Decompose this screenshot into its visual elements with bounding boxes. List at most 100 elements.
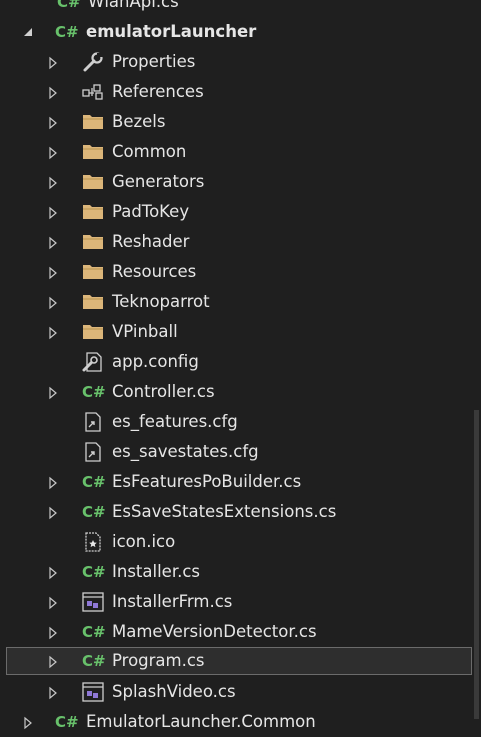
- svg-text:C#: C#: [57, 0, 80, 11]
- folder-icon: [81, 171, 105, 193]
- tree-item-label: SplashVideo.cs: [112, 682, 236, 701]
- collapsed-arrow-icon[interactable]: [47, 175, 59, 190]
- form-file-icon: [81, 591, 105, 613]
- svg-text:C#: C#: [82, 563, 105, 581]
- tree-item-label: es_savestates.cfg: [112, 442, 259, 461]
- references-icon: [81, 81, 105, 103]
- tree-item[interactable]: References: [0, 77, 470, 107]
- tree-item-label: InstallerFrm.cs: [112, 592, 233, 611]
- tree-item[interactable]: icon.ico: [0, 527, 470, 557]
- tree-item-label: icon.ico: [112, 532, 176, 551]
- tree-item-label: EsFeaturesPoBuilder.cs: [112, 472, 302, 491]
- svg-text:C#: C#: [82, 503, 105, 521]
- collapsed-arrow-icon[interactable]: [47, 115, 59, 130]
- tree-item[interactable]: app.config: [0, 347, 470, 377]
- tree-item-label: Properties: [112, 52, 196, 71]
- tree-item-label: Generators: [112, 172, 205, 191]
- tree-item[interactable]: VPinball: [0, 317, 470, 347]
- tree-item[interactable]: C# Controller.cs: [0, 377, 470, 407]
- folder-icon: [81, 321, 105, 343]
- folder-icon: [81, 231, 105, 253]
- svg-text:C#: C#: [55, 23, 78, 41]
- collapsed-arrow-icon[interactable]: [47, 85, 59, 100]
- csharp-file-icon: C#: [81, 381, 106, 403]
- tree-item[interactable]: Reshader: [0, 227, 470, 257]
- tree-item[interactable]: Properties: [0, 47, 470, 77]
- collapsed-arrow-icon[interactable]: [47, 475, 59, 490]
- tree-item-label: Resources: [112, 262, 197, 281]
- scrollbar-thumb[interactable]: [474, 410, 479, 719]
- tree-item[interactable]: es_savestates.cfg: [0, 437, 470, 467]
- form-file-icon: [81, 681, 105, 703]
- collapsed-arrow-icon[interactable]: [47, 295, 59, 310]
- tree-item[interactable]: InstallerFrm.cs: [0, 587, 470, 617]
- ico-file-icon: [81, 531, 105, 553]
- tree-item-label: Controller.cs: [112, 382, 215, 401]
- collapsed-arrow-icon[interactable]: [47, 325, 59, 340]
- tree-item[interactable]: Bezels: [0, 107, 470, 137]
- collapsed-arrow-icon[interactable]: [47, 505, 59, 520]
- csharp-file-icon: C#: [81, 650, 106, 672]
- folder-icon: [81, 291, 105, 313]
- tree-item[interactable]: C# Installer.cs: [0, 557, 470, 587]
- tree-item[interactable]: Resources: [0, 257, 470, 287]
- collapsed-arrow-icon[interactable]: [47, 625, 59, 640]
- collapsed-arrow-icon[interactable]: [22, 715, 34, 730]
- tree-item[interactable]: SplashVideo.cs: [0, 677, 470, 707]
- tree-item-label: MameVersionDetector.cs: [112, 622, 317, 641]
- tree-item[interactable]: es_features.cfg: [0, 407, 470, 437]
- tree-item[interactable]: C# EsFeaturesPoBuilder.cs: [0, 467, 470, 497]
- collapsed-arrow-icon[interactable]: [47, 385, 59, 400]
- csharp-file-icon: C#: [54, 711, 79, 733]
- config-file-icon: [81, 351, 105, 373]
- tree-item-label: es_features.cfg: [112, 412, 238, 431]
- svg-text:C#: C#: [82, 473, 105, 491]
- tree-row-partial-top[interactable]: C# WlanApi.cs: [0, 0, 470, 17]
- collapsed-arrow-icon[interactable]: [47, 145, 59, 160]
- tree-item-label: EmulatorLauncher.Common: [86, 712, 316, 731]
- linked-file-icon: [81, 411, 105, 433]
- collapsed-arrow-icon[interactable]: [47, 235, 59, 250]
- tree-item-label: WlanApi.cs: [88, 0, 179, 11]
- folder-icon: [81, 201, 105, 223]
- tree-item-label: VPinball: [112, 322, 178, 341]
- csharp-file-icon: C#: [81, 561, 106, 583]
- tree-item[interactable]: C# EsSaveStatesExtensions.cs: [0, 497, 470, 527]
- collapsed-arrow-icon[interactable]: [47, 565, 59, 580]
- project-node[interactable]: C# emulatorLauncher: [0, 17, 470, 47]
- tree-row-partial-bottom[interactable]: C# EmulatorLauncher.Common: [0, 707, 470, 737]
- tree-item-label: Installer.cs: [112, 562, 201, 581]
- collapsed-arrow-icon[interactable]: [47, 685, 59, 700]
- tree-item[interactable]: C# Program.cs: [6, 647, 472, 675]
- tree-item-label: Program.cs: [112, 651, 205, 670]
- vertical-scrollbar[interactable]: [472, 0, 481, 719]
- tree-item[interactable]: C# MameVersionDetector.cs: [0, 617, 470, 647]
- folder-icon: [81, 111, 105, 133]
- collapsed-arrow-icon[interactable]: [47, 595, 59, 610]
- svg-text:C#: C#: [55, 713, 78, 731]
- csharp-file-icon: C#: [81, 621, 106, 643]
- collapsed-arrow-icon[interactable]: [47, 55, 59, 70]
- tree-item[interactable]: Common: [0, 137, 470, 167]
- csharp-file-icon: C#: [56, 0, 81, 13]
- collapsed-arrow-icon[interactable]: [47, 654, 59, 669]
- tree-item-label: PadToKey: [112, 202, 190, 221]
- tree-item-label: app.config: [112, 352, 199, 371]
- tree-item-label: Reshader: [112, 232, 190, 251]
- svg-text:C#: C#: [82, 652, 105, 670]
- csharp-file-icon: C#: [54, 21, 79, 43]
- csharp-file-icon: C#: [81, 471, 106, 493]
- tree-item[interactable]: PadToKey: [0, 197, 470, 227]
- tree-item-label: EsSaveStatesExtensions.cs: [112, 502, 337, 521]
- tree-item[interactable]: Generators: [0, 167, 470, 197]
- svg-text:C#: C#: [82, 623, 105, 641]
- csharp-file-icon: C#: [81, 501, 106, 523]
- tree-item-label: Common: [112, 142, 187, 161]
- expanded-arrow-icon[interactable]: [22, 25, 34, 39]
- collapsed-arrow-icon[interactable]: [47, 265, 59, 280]
- tree-item[interactable]: Teknoparrot: [0, 287, 470, 317]
- svg-text:C#: C#: [82, 383, 105, 401]
- tree-item-label: References: [112, 82, 204, 101]
- wrench-icon: [81, 51, 105, 73]
- collapsed-arrow-icon[interactable]: [47, 205, 59, 220]
